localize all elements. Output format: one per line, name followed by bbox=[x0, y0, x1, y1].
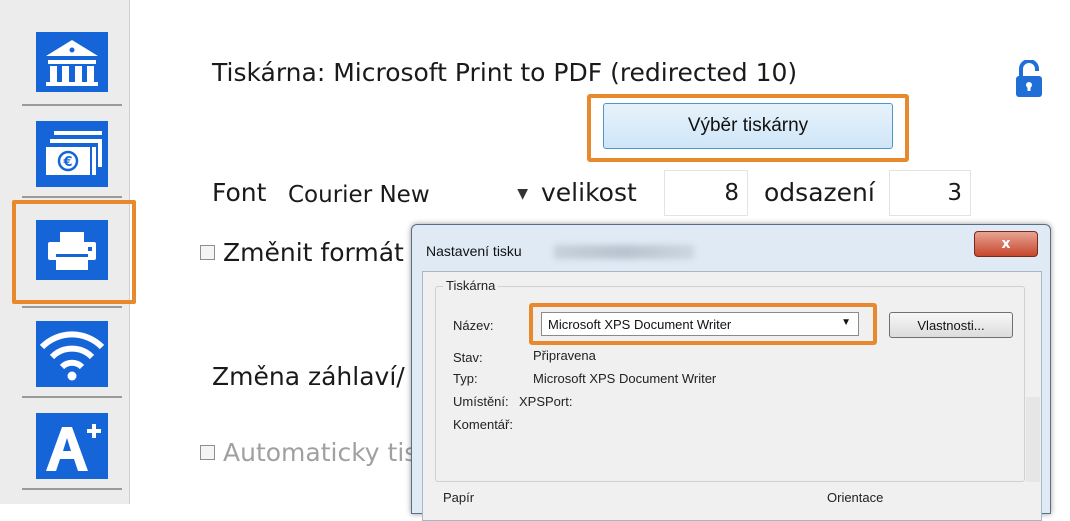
orientation-group-title: Orientace bbox=[827, 490, 884, 505]
type-label: Typ: bbox=[453, 371, 478, 386]
comment-label: Komentář: bbox=[453, 417, 513, 432]
status-value: Připravena bbox=[533, 348, 596, 363]
sidebar-separator bbox=[22, 396, 122, 398]
sidebar: € bbox=[0, 0, 136, 504]
printer-group-title: Tiskárna bbox=[443, 278, 499, 293]
auto-print-label: Automaticky tis bbox=[223, 438, 418, 467]
font-label: Font bbox=[212, 178, 267, 207]
indent-label: odsazení bbox=[764, 178, 875, 207]
chevron-down-icon: ▼ bbox=[841, 317, 851, 328]
printer-name-label: Tiskárna: Microsoft Print to PDF (redire… bbox=[212, 58, 798, 87]
blurred-title-text bbox=[554, 245, 694, 259]
properties-button[interactable]: Vlastnosti... bbox=[889, 312, 1013, 338]
sidebar-item-wifi[interactable] bbox=[22, 314, 122, 394]
chevron-down-icon: ▼ bbox=[517, 186, 528, 202]
close-button[interactable]: x bbox=[974, 231, 1038, 257]
header-change-label: Změna záhlaví/ bbox=[212, 362, 405, 391]
sidebar-separator bbox=[22, 104, 122, 106]
select-printer-button[interactable]: Výběr tiskárny bbox=[603, 103, 893, 149]
sidebar-separator bbox=[22, 488, 122, 490]
sidebar-separator bbox=[22, 306, 122, 308]
indent-input[interactable]: 3 bbox=[889, 170, 971, 216]
svg-text:€: € bbox=[62, 155, 72, 170]
auto-print-checkbox[interactable] bbox=[200, 445, 215, 460]
change-format-checkbox-row[interactable]: Změnit formát bbox=[200, 238, 404, 267]
font-select[interactable]: Courier New ▼ bbox=[282, 174, 534, 216]
status-label: Stav: bbox=[453, 350, 483, 365]
lock-open-icon[interactable] bbox=[1015, 59, 1043, 102]
printer-name-select[interactable]: Microsoft XPS Document Writer ▼ bbox=[541, 312, 859, 336]
change-format-checkbox[interactable] bbox=[200, 245, 215, 260]
close-icon: x bbox=[1001, 236, 1011, 252]
sidebar-item-payment[interactable]: € bbox=[22, 114, 122, 194]
dialog-title: Nastavení tisku bbox=[426, 243, 522, 259]
wifi-icon bbox=[36, 321, 108, 387]
auto-print-checkbox-row[interactable]: Automaticky tis bbox=[200, 438, 417, 467]
print-settings-dialog: Nastavení tisku x Tiskárna Název: Micros… bbox=[411, 224, 1051, 521]
printer-name-value: Microsoft XPS Document Writer bbox=[548, 316, 732, 332]
paper-group-title: Papír bbox=[443, 490, 475, 505]
sidebar-item-font-size[interactable] bbox=[22, 406, 122, 486]
sidebar-item-bank[interactable] bbox=[22, 22, 122, 102]
type-value: Microsoft XPS Document Writer bbox=[533, 371, 717, 386]
font-size-icon bbox=[36, 413, 108, 479]
location-label: Umístění: bbox=[453, 394, 509, 409]
change-format-label: Změnit formát bbox=[223, 238, 404, 267]
bank-icon bbox=[36, 32, 108, 92]
dialog-scroll-track[interactable] bbox=[1026, 397, 1040, 482]
dialog-body: Tiskárna Název: Microsoft XPS Document W… bbox=[422, 271, 1042, 521]
font-select-value: Courier New bbox=[288, 182, 430, 208]
name-label: Název: bbox=[453, 318, 494, 333]
sidebar-separator bbox=[22, 196, 122, 198]
size-label: velikost bbox=[541, 178, 637, 207]
active-item-highlight bbox=[12, 200, 136, 304]
location-value: XPSPort: bbox=[519, 394, 573, 409]
euro-payment-icon: € bbox=[36, 121, 108, 187]
size-input[interactable]: 8 bbox=[664, 170, 748, 216]
